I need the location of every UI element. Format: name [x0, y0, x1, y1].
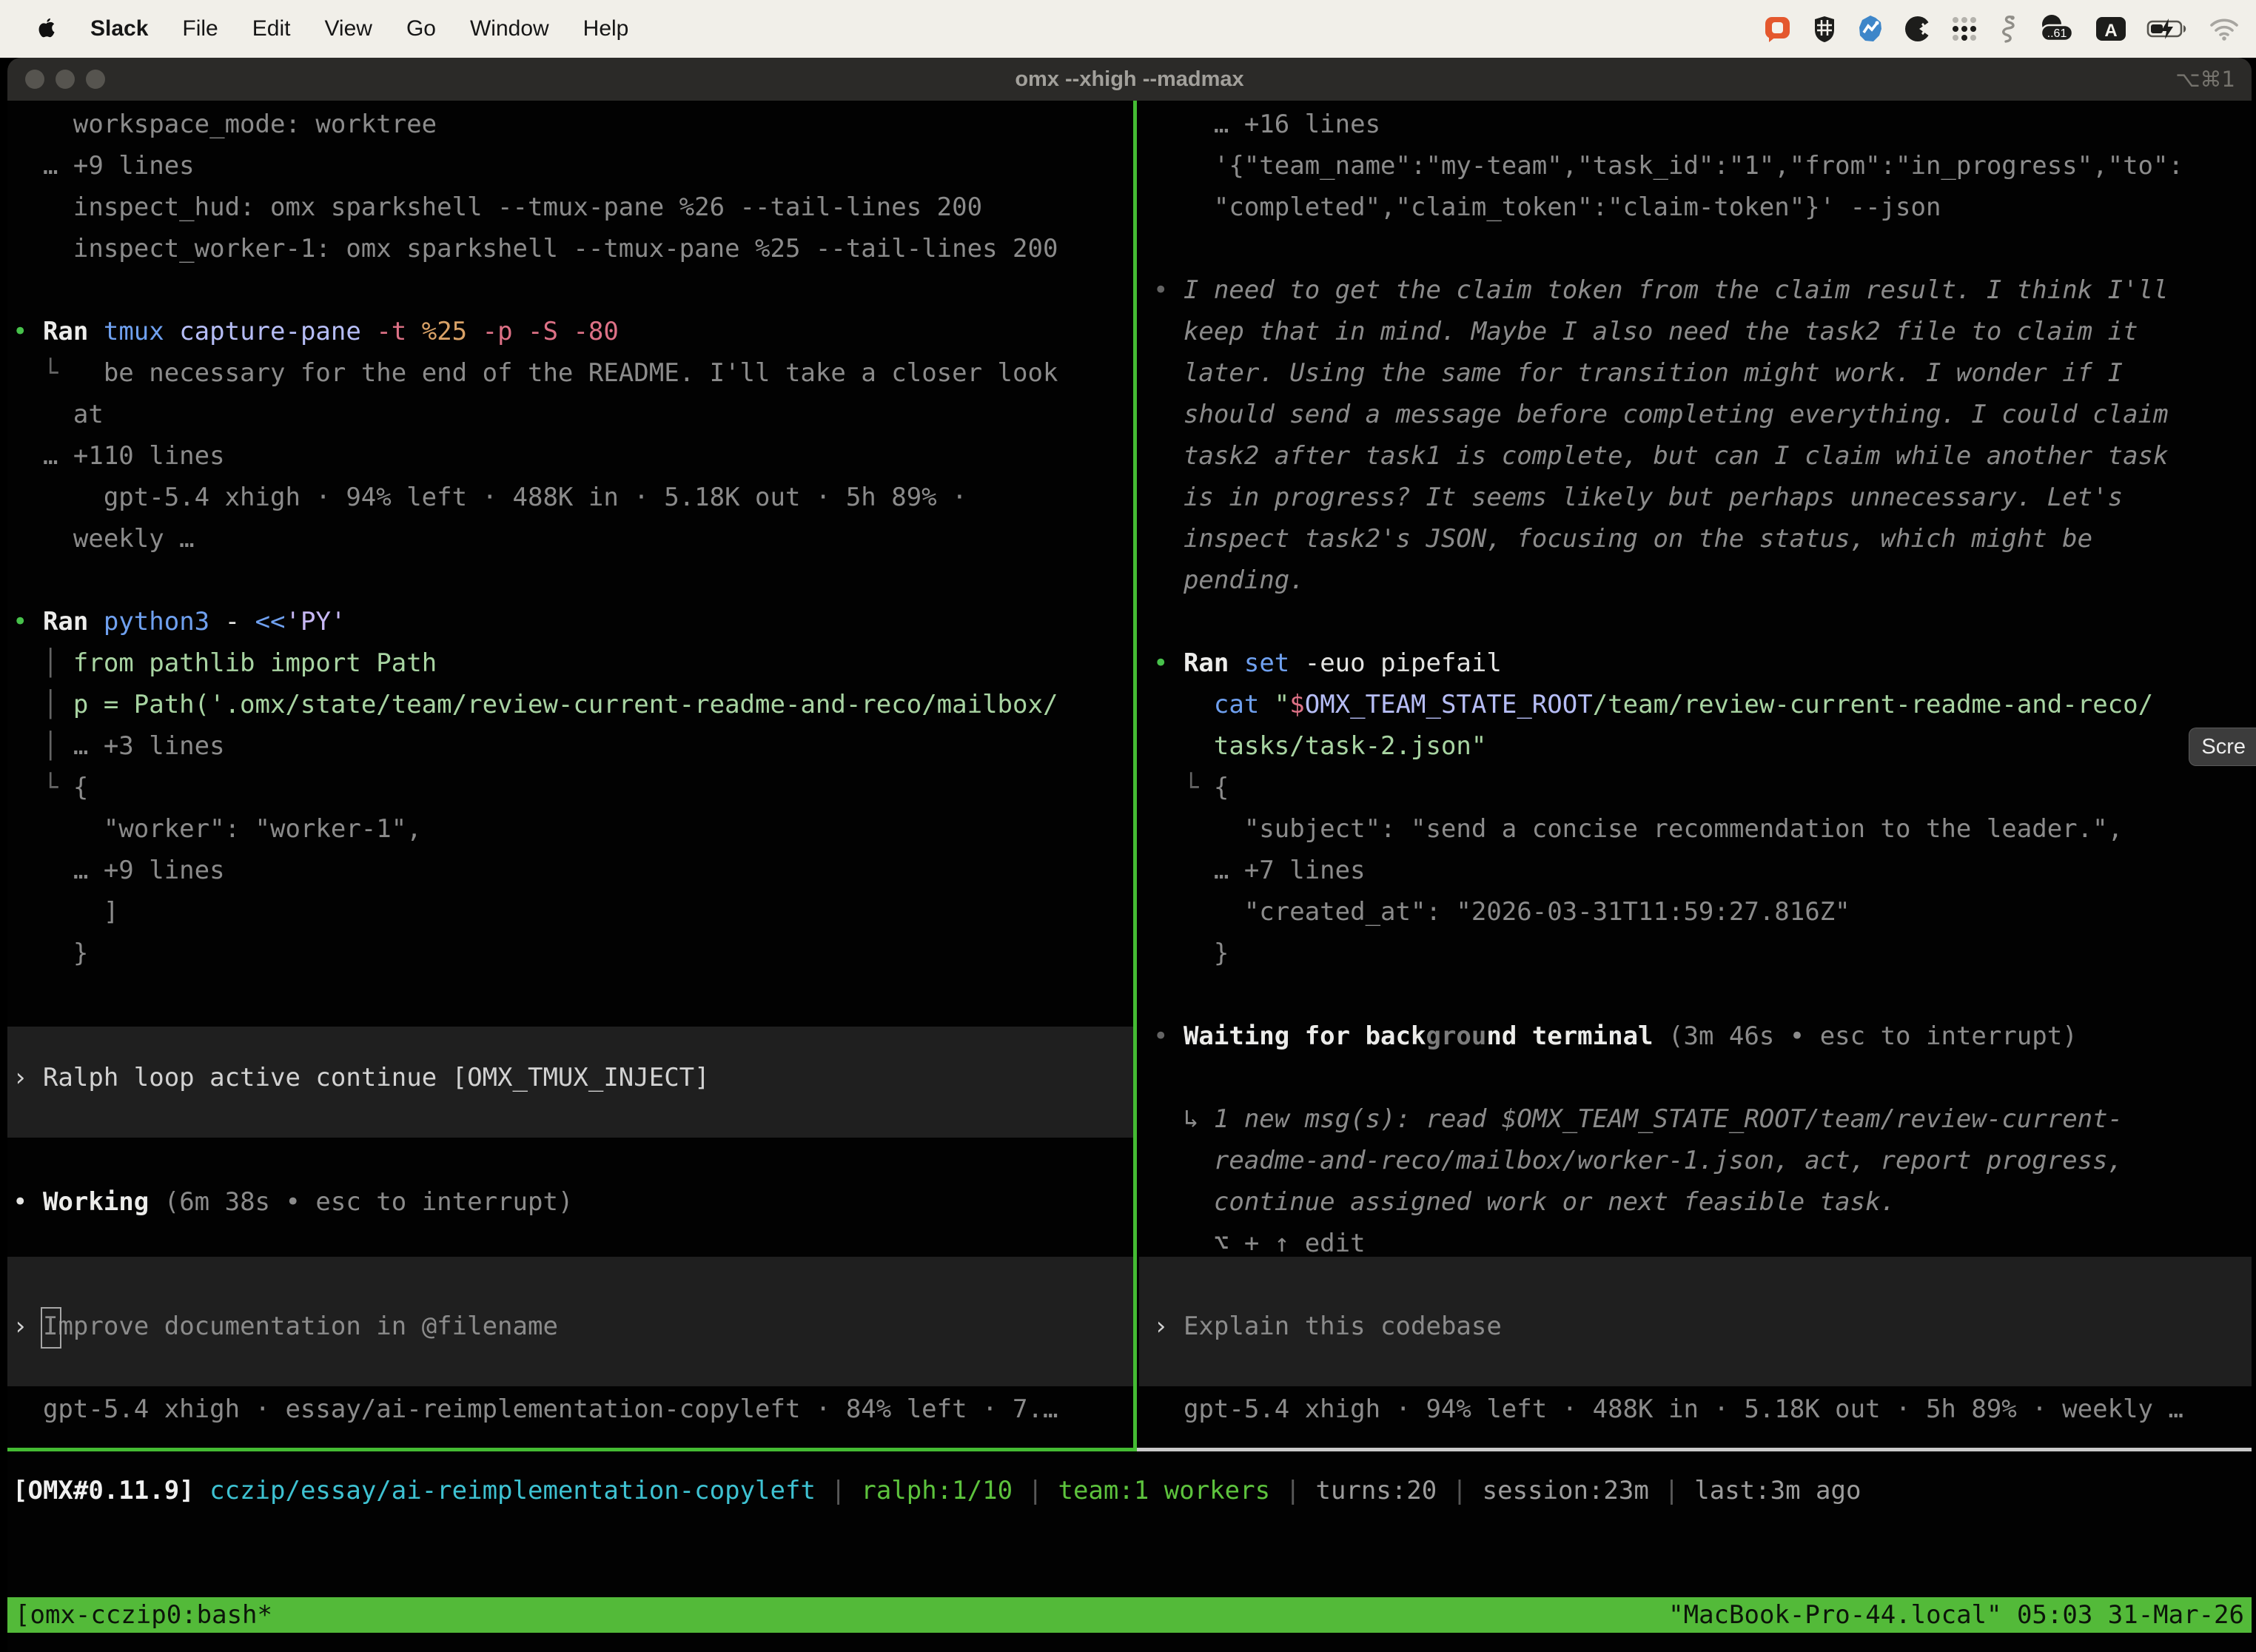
terminal-line: }	[13, 933, 88, 974]
terminal: workspace_mode: worktree … +9 lines insp…	[7, 101, 2252, 1652]
input-source-a-icon[interactable]: A	[2095, 16, 2127, 42]
terminal-line: readme-and-reco/mailbox/worker-1.json, a…	[1153, 1140, 2123, 1181]
terminal-line: • Ran tmux capture-pane -t %25 -p -S -80	[13, 311, 619, 352]
svg-text:..61: ..61	[2047, 27, 2067, 40]
terminal-line: is in progress? It seems likely but perh…	[1153, 477, 2123, 518]
terminal-line: ]	[13, 891, 118, 933]
squiggle-icon[interactable]	[1997, 14, 2018, 44]
terminal-line: "completed","claim_token":"claim-token"}…	[1153, 187, 1941, 228]
terminal-line: │ p = Path('.omx/state/team/review-curre…	[13, 684, 1058, 725]
window-title: omx --xhigh --madmax	[7, 67, 2252, 92]
terminal-line: gpt-5.4 xhigh · 94% left · 488K in · 5.1…	[13, 477, 967, 518]
terminal-line: ↳ 1 new msg(s): read $OMX_TEAM_STATE_ROO…	[1153, 1098, 2123, 1140]
terminal-line: • Ran python3 - <<'PY'	[13, 601, 346, 642]
terminal-line: inspect_hud: omx sparkshell --tmux-pane …	[13, 187, 982, 228]
terminal-line: }	[1153, 933, 1229, 974]
omx-status-line: [OMX#0.11.9] cczip/essay/ai-reimplementa…	[13, 1470, 1861, 1511]
terminal-line: └ be necessary for the end of the README…	[13, 352, 1058, 394]
terminal-line: … +7 lines	[1153, 850, 1366, 891]
inactive-pane-border	[1137, 1448, 2252, 1451]
terminal-line: │ from pathlib import Path	[13, 642, 437, 684]
terminal-line: inspect_worker-1: omx sparkshell --tmux-…	[13, 228, 1058, 269]
terminal-line: • Ran set -euo pipefail	[1153, 642, 1502, 684]
terminal-line: ⌥ + ↑ edit	[1153, 1223, 1366, 1264]
apple-menu-icon[interactable]	[37, 17, 56, 41]
minimize-button[interactable]	[56, 70, 75, 89]
svg-text:A: A	[2104, 21, 2117, 41]
menu-window[interactable]: Window	[470, 16, 549, 41]
terminal-line: pending.	[1153, 560, 1305, 601]
terminal-line: later. Using the same for transition mig…	[1153, 352, 2123, 394]
timer-61-badge-icon[interactable]: ..61	[2037, 14, 2075, 44]
terminal-line: … +110 lines	[13, 435, 225, 477]
terminal-line: '{"team_name":"my-team","task_id":"1","f…	[1153, 145, 2183, 187]
tmux-host-clock: "MacBook-Pro-44.local" 05:03 31-Mar-26	[1668, 1600, 2244, 1630]
menu-items: Slack File Edit View Go Window Help	[0, 16, 628, 41]
window-shortcut-badge: ⌥⌘1	[2175, 58, 2235, 101]
terminal-line: task2 after task1 is complete, but can I…	[1153, 435, 2168, 477]
terminal-line: › Explain this codebase	[1153, 1306, 1502, 1347]
tmux-session-label: [omx-cczip0:bash*	[15, 1600, 272, 1630]
battery-charging-icon[interactable]	[2146, 16, 2189, 42]
terminal-line: should send a message before completing …	[1153, 394, 2168, 435]
terminal-line: continue assigned work or next feasible …	[1153, 1181, 1896, 1223]
dots-grid-icon[interactable]	[1951, 16, 1978, 42]
terminal-line: inspect task2's JSON, focusing on the st…	[1153, 518, 2092, 560]
tmux-pane-right[interactable]: … +16 lines '{"team_name":"my-team","tas…	[1139, 101, 2252, 1448]
menubar-status-icons: ..61 A	[1763, 14, 2256, 44]
terminal-line: "subject": "send a concise recommendatio…	[1153, 808, 2123, 850]
screen-notification-chip[interactable]: Scre	[2189, 728, 2256, 766]
terminal-line: tasks/task-2.json"	[1153, 725, 1486, 767]
terminal-line: "worker": "worker-1",	[13, 808, 422, 850]
terminal-line: keep that in mind. Maybe I also need the…	[1153, 311, 2138, 352]
menubar: Slack File Edit View Go Window Help ..61 A	[0, 0, 2256, 58]
terminal-line: • I need to get the claim token from the…	[1153, 269, 2169, 311]
terminal-line: cat "$OMX_TEAM_STATE_ROOT/team/review-cu…	[1153, 684, 2153, 725]
dark-circle-notch-icon[interactable]	[1904, 15, 1932, 43]
terminal-line: │ … +3 lines	[13, 725, 225, 767]
pane-divider[interactable]	[1133, 101, 1137, 1448]
terminal-line: • Working (6m 38s • esc to interrupt)	[13, 1181, 573, 1223]
menu-edit[interactable]: Edit	[252, 16, 291, 41]
terminal-line: weekly …	[13, 518, 195, 560]
menu-view[interactable]: View	[324, 16, 372, 41]
terminal-line: … +16 lines	[1153, 104, 1380, 145]
active-pane-border	[7, 1448, 1137, 1451]
terminal-line: gpt-5.4 xhigh · essay/ai-reimplementatio…	[13, 1389, 1058, 1430]
traffic-lights	[25, 70, 105, 89]
tmux-pane-left[interactable]: workspace_mode: worktree … +9 lines insp…	[7, 101, 1133, 1448]
wifi-icon[interactable]	[2209, 16, 2240, 41]
terminal-line: └ {	[13, 767, 88, 808]
terminal-line: at	[13, 394, 104, 435]
terminal-line: └ {	[1153, 767, 1229, 808]
menu-help[interactable]: Help	[583, 16, 629, 41]
window-titlebar: omx --xhigh --madmax ⌥⌘1	[7, 58, 2252, 101]
stats-hexagon-icon[interactable]	[1856, 15, 1884, 43]
terminal-line: › Improve documentation in @filename	[13, 1306, 558, 1347]
terminal-line: • Waiting for background terminal (3m 46…	[1153, 1015, 2078, 1057]
menu-go[interactable]: Go	[406, 16, 436, 41]
terminal-line: … +9 lines	[13, 145, 195, 187]
terminal-line: gpt-5.4 xhigh · 94% left · 488K in · 5.1…	[1153, 1389, 2183, 1430]
close-button[interactable]	[25, 70, 44, 89]
shield-grid-icon[interactable]	[1812, 15, 1837, 43]
slack-notification-icon[interactable]	[1763, 14, 1793, 44]
menu-file[interactable]: File	[182, 16, 218, 41]
terminal-line: workspace_mode: worktree	[13, 104, 437, 145]
tmux-status-bar: [omx-cczip0:bash* "MacBook-Pro-44.local"…	[7, 1597, 2252, 1633]
terminal-line: … +9 lines	[13, 850, 225, 891]
terminal-line: "created_at": "2026-03-31T11:59:27.816Z"	[1153, 891, 1850, 933]
menu-slack[interactable]: Slack	[90, 16, 148, 41]
zoom-button[interactable]	[86, 70, 105, 89]
terminal-line: › Ralph loop active continue [OMX_TMUX_I…	[13, 1057, 710, 1098]
